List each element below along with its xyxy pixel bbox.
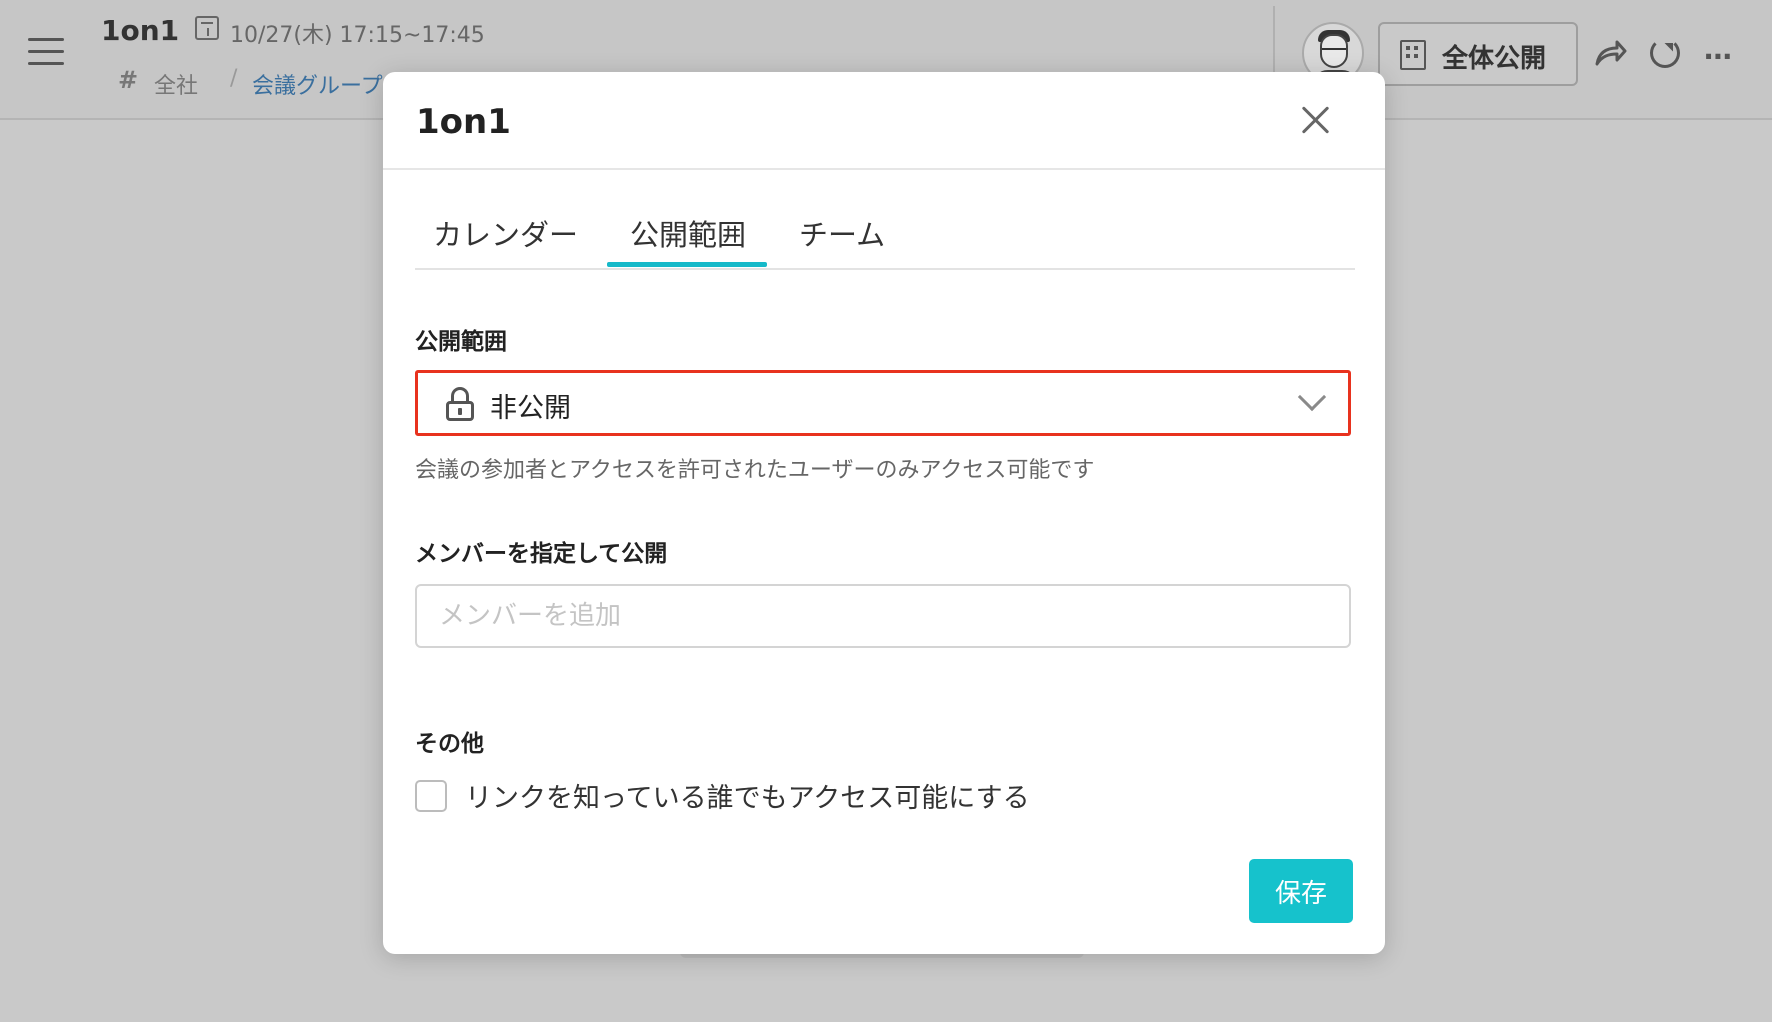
more-icon[interactable]: ⋯ — [1704, 40, 1734, 73]
tab-active-indicator — [607, 262, 767, 267]
link-access-checkbox[interactable] — [415, 780, 447, 812]
breadcrumb-separator: / — [230, 66, 238, 91]
visibility-label: 全体公開 — [1442, 44, 1547, 74]
hash-icon: # — [118, 66, 139, 94]
lock-icon — [446, 387, 474, 421]
visibility-select[interactable]: 非公開 — [415, 370, 1351, 436]
visibility-button[interactable]: 全体公開 — [1378, 22, 1578, 86]
breadcrumb-company[interactable]: 全社 — [154, 68, 198, 100]
meeting-title: 1on1 — [101, 14, 180, 47]
visibility-helper-text: 会議の参加者とアクセスを許可されたユーザーのみアクセス可能です — [415, 458, 1095, 483]
dialog-header-divider — [383, 168, 1385, 170]
share-icon[interactable] — [1593, 38, 1627, 68]
tab-visibility[interactable]: 公開範囲 — [630, 212, 746, 254]
visibility-settings-dialog: 1on1 カレンダー 公開範囲 チーム 公開範囲 非公開 会議の参加者とアクセス… — [383, 72, 1385, 954]
chevron-down-icon — [1297, 382, 1327, 412]
breadcrumb-group[interactable]: 会議グループ — [252, 68, 383, 100]
refresh-icon[interactable] — [1650, 38, 1680, 68]
dialog-title: 1on1 — [416, 102, 511, 142]
visibility-section-label: 公開範囲 — [415, 329, 507, 355]
tabs-divider — [415, 268, 1355, 270]
add-member-input[interactable] — [415, 584, 1351, 648]
other-section-label: その他 — [415, 731, 484, 757]
close-icon[interactable] — [1295, 100, 1335, 140]
save-button[interactable]: 保存 — [1249, 859, 1353, 923]
tab-calendar[interactable]: カレンダー — [433, 212, 578, 254]
tab-team[interactable]: チーム — [799, 212, 885, 254]
menu-icon[interactable] — [28, 38, 64, 68]
meeting-datetime: 10/27(木) 17:15~17:45 — [230, 23, 485, 48]
calendar-icon — [195, 16, 219, 40]
link-access-label[interactable]: リンクを知っている誰でもアクセス可能にする — [465, 776, 1030, 815]
building-icon — [1400, 40, 1426, 70]
members-section-label: メンバーを指定して公開 — [415, 541, 668, 567]
visibility-select-value: 非公開 — [490, 393, 571, 424]
